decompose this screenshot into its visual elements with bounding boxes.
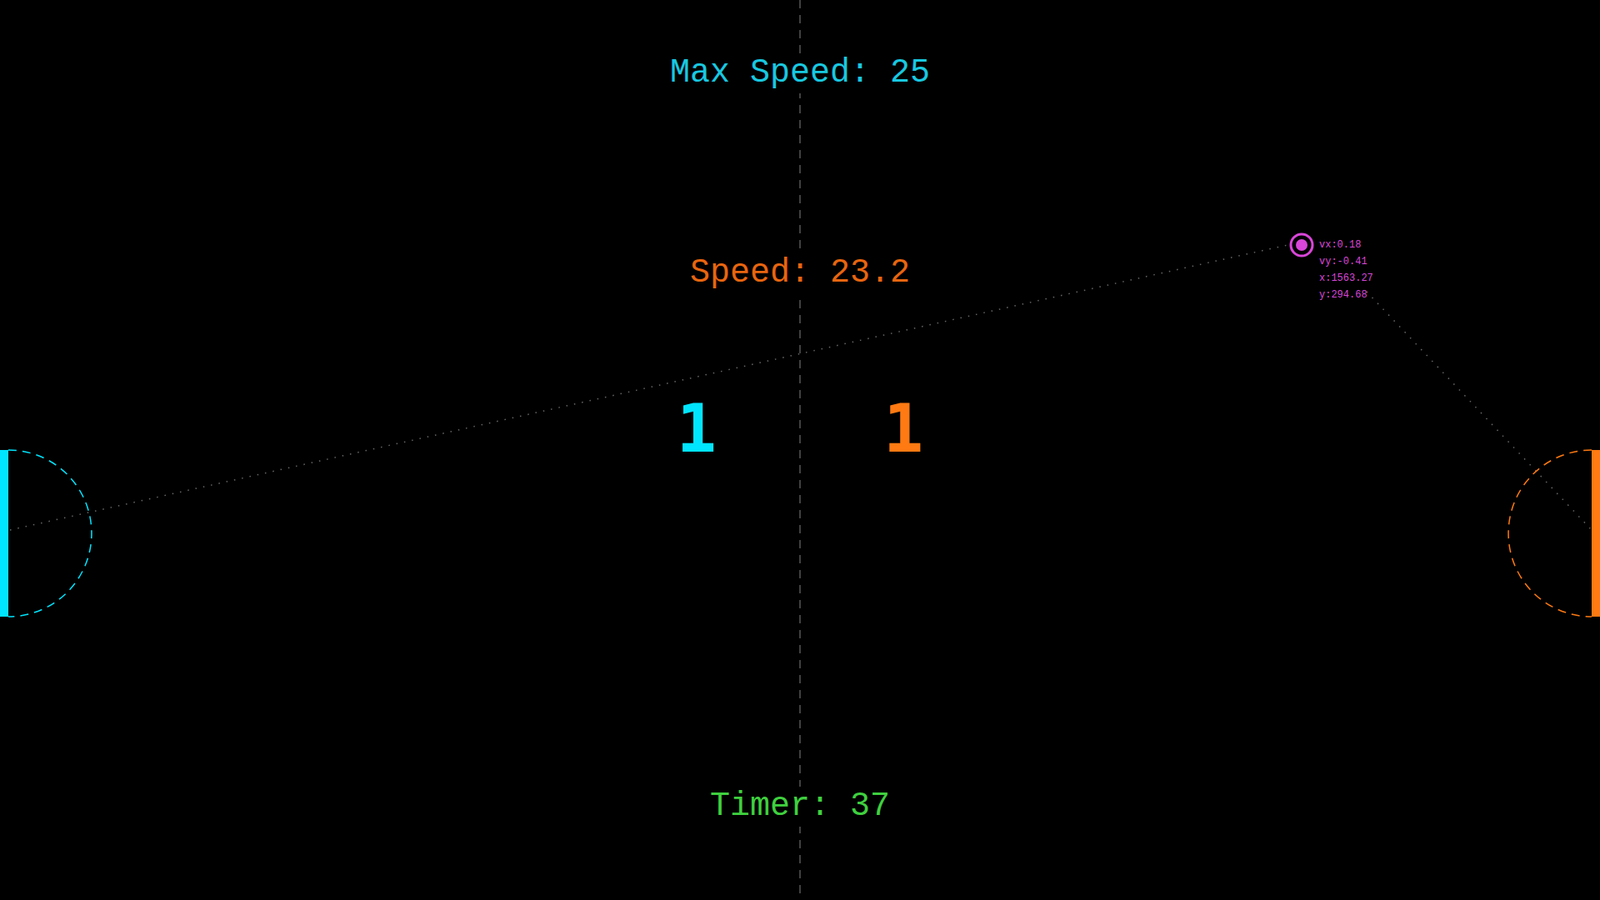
right-paddle[interactable] [1591, 450, 1600, 617]
timer-label: Timer: 37 [706, 786, 894, 827]
ball [1290, 234, 1313, 256]
court-drawing [0, 0, 1600, 900]
ball-readouts: vx:0.18vy:-0.41x:1563.27y:294.68 [1319, 236, 1374, 304]
left-score: 1 [676, 391, 717, 467]
ball-readout: y:294.68 [1319, 286, 1374, 304]
game-screen: Max Speed: 25Speed: 23.211Timer: 37vx:0.… [0, 0, 1600, 900]
ball-readout: vy:-0.41 [1319, 253, 1374, 270]
speed-label: Speed: 23.2 [686, 253, 914, 294]
ball-readout: x:1563.27 [1319, 270, 1374, 287]
ball-readout: vx:0.18 [1319, 236, 1374, 254]
right-score: 1 [883, 391, 924, 467]
left-paddle[interactable] [0, 450, 9, 617]
max-speed-label: Max Speed: 25 [666, 53, 934, 94]
scoreboard: 11 [0, 391, 1600, 467]
